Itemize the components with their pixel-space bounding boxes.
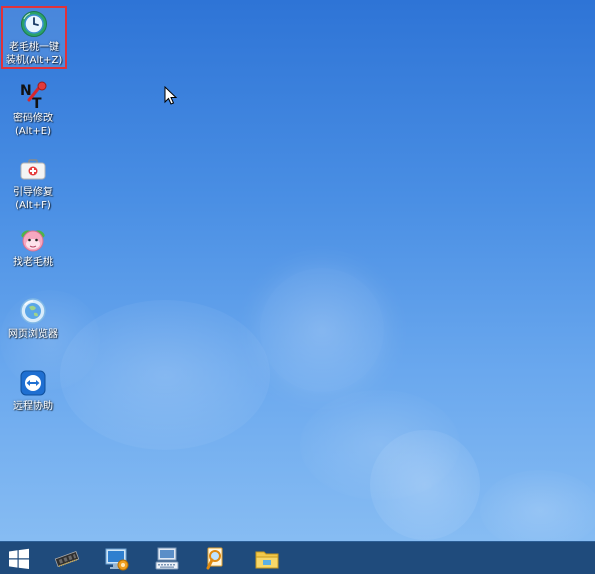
icon-label: 引导修复: [13, 187, 53, 198]
wallpaper-bokeh: [300, 390, 460, 500]
taskbar: [0, 541, 595, 574]
desktop: 老毛桃一键 装机(Alt+Z) N T 密码修改 (Alt+E) 引导修复 (A…: [0, 0, 595, 574]
restore-clock-icon: [19, 9, 49, 39]
desktop-icon-remote-assistance[interactable]: 远程协助: [2, 368, 64, 413]
peach-mascot-icon: [18, 224, 48, 254]
taskbar-file-explorer-button[interactable]: [252, 544, 282, 574]
desktop-icon-boot-repair[interactable]: 引导修复 (Alt+F): [2, 154, 64, 212]
icon-label: 密码修改: [13, 113, 53, 124]
svg-text:T: T: [32, 96, 42, 110]
wallpaper-bokeh: [480, 470, 595, 550]
desktop-icon-web-browser[interactable]: 网页浏览器: [2, 296, 64, 341]
taskbar-search-button[interactable]: [200, 544, 230, 574]
globe-icon: [18, 296, 48, 326]
icon-label: 找老毛桃: [13, 257, 53, 268]
teamviewer-icon: [18, 368, 48, 398]
icon-label: 远程协助: [13, 401, 53, 412]
start-button[interactable]: [4, 544, 34, 574]
magnifier-icon: [206, 547, 223, 570]
taskbar-keyboard-button[interactable]: [152, 544, 182, 574]
desktop-icon-find-laomaotao[interactable]: 找老毛桃: [2, 224, 64, 269]
nt-password-icon: N T: [18, 80, 48, 110]
mouse-cursor-icon: [164, 85, 178, 106]
desktop-icon-one-click-install[interactable]: 老毛桃一键 装机(Alt+Z): [1, 6, 67, 69]
icon-label: (Alt+F): [15, 200, 51, 211]
icon-label: 网页浏览器: [8, 329, 58, 340]
taskbar-computer-manager-button[interactable]: [102, 544, 132, 574]
memory-chip-icon: [54, 550, 80, 568]
keyboard-monitor-icon: [155, 547, 179, 570]
wallpaper-bokeh: [60, 300, 270, 450]
windows-start-icon: [9, 548, 29, 569]
wallpaper-bokeh: [370, 430, 480, 540]
desktop-icon-password-change[interactable]: N T 密码修改 (Alt+E): [2, 80, 64, 138]
icon-label: 装机(Alt+Z): [5, 55, 63, 66]
wallpaper-bokeh: [260, 268, 384, 392]
folder-icon: [255, 551, 279, 569]
icon-label: 老毛桃一键: [9, 42, 59, 53]
icon-label: (Alt+E): [14, 126, 52, 137]
taskbar-memory-button[interactable]: [52, 544, 82, 574]
computer-settings-icon: [105, 548, 129, 571]
first-aid-kit-icon: [18, 154, 48, 184]
